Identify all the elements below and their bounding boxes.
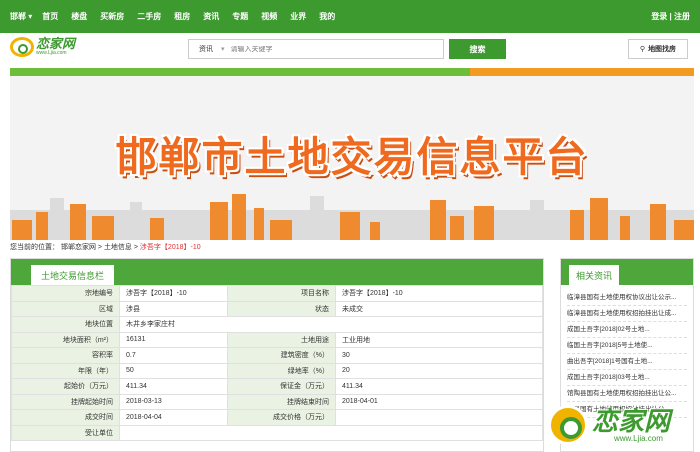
login-register-link[interactable]: 登录 | 注册 — [651, 11, 690, 22]
label-listing-end: 挂牌结束时间 — [227, 393, 336, 410]
table-row: 成交时间 2018-04-04 成交价格（万元） — [11, 409, 543, 426]
list-item[interactable]: 成国土吾字[2018]02号土地... — [567, 322, 687, 338]
banner-stripe-orange — [470, 68, 694, 76]
list-item[interactable]: 成国土吾字[2018]03号土地... — [567, 370, 687, 386]
value-land-use: 工业用地 — [335, 331, 543, 348]
label-project-name: 项目名称 — [227, 285, 336, 302]
label-deal-time: 成交时间 — [11, 409, 120, 426]
value-term: 50 — [119, 362, 228, 379]
label-start-price: 起始价（万元） — [11, 378, 120, 395]
logo-name: 恋家网 — [36, 36, 76, 51]
snail-logo-icon — [10, 37, 34, 57]
banner: 邯郸市土地交易信息平台 — [10, 68, 694, 240]
snail-watermark-icon — [548, 405, 588, 445]
city-selector[interactable]: 邯郸 ▾ — [10, 11, 32, 22]
label-land-use: 土地用途 — [227, 331, 336, 348]
nav-industry[interactable]: 业界 — [290, 11, 306, 22]
label-plot-ratio: 容积率 — [11, 347, 120, 364]
value-listing-end: 2018-04-01 — [335, 393, 543, 410]
land-info-header: 土地交易信息栏 — [11, 259, 543, 285]
value-location: 木井乡李家庄村 — [119, 316, 543, 333]
table-row: 宗地编号 涉吾字【2018】-10 项目名称 涉吾字【2018】-10 — [11, 285, 543, 302]
map-search-label: 地图找房 — [648, 46, 677, 53]
related-news-header: 相关资讯 — [561, 259, 693, 285]
nav-second-hand[interactable]: 二手房 — [137, 11, 161, 22]
breadcrumb-item-land[interactable]: 土地信息 — [104, 244, 132, 251]
chevron-down-icon: ▾ — [221, 46, 225, 53]
city-label: 邯郸 — [10, 12, 26, 21]
breadcrumb: 您当前的位置： 邯郸恋家网 > 土地信息 > 涉吾字【2018】-10 — [10, 244, 201, 251]
list-item[interactable]: 临国土吾字[2018]5号土地使... — [567, 338, 687, 354]
list-item[interactable]: 临漳县国有土地使用权协议出让公示... — [567, 290, 687, 306]
value-listing-start: 2018-03-13 — [119, 393, 228, 410]
search-type-select[interactable]: 资讯 — [199, 44, 213, 54]
nav-projects[interactable]: 楼盘 — [71, 11, 87, 22]
search-bar: 资讯 ▾ — [188, 39, 444, 59]
table-row: 挂牌起始时间 2018-03-13 挂牌结束时间 2018-04-01 — [11, 393, 543, 410]
label-listing-start: 挂牌起始时间 — [11, 393, 120, 410]
watermark-domain: www.Ljia.com — [614, 433, 663, 443]
table-row: 容积率 0.7 建筑密度（%） 30 — [11, 347, 543, 364]
nav-new-homes[interactable]: 买新房 — [100, 11, 124, 22]
value-project-name: 涉吾字【2018】-10 — [335, 285, 543, 302]
table-row: 区域 涉县 状态 未成交 — [11, 300, 543, 317]
watermark-name: 恋家网 — [592, 405, 671, 436]
banner-stripe-green — [10, 68, 470, 76]
list-item[interactable]: 临漳县国有土地使用权招拍挂出让成... — [567, 306, 687, 322]
land-info-table: 宗地编号 涉吾字【2018】-10 项目名称 涉吾字【2018】-10 区域 涉县 状态未… — [11, 285, 543, 441]
related-news-tab[interactable]: 相关资讯 — [569, 265, 620, 285]
site-logo[interactable]: 恋家网 www.Ljia.com — [10, 37, 75, 57]
nav-news[interactable]: 资讯 — [203, 11, 219, 22]
nav-home[interactable]: 首页 — [42, 11, 58, 22]
value-buyer — [119, 424, 543, 441]
label-building-density: 建筑密度（%） — [227, 347, 336, 364]
nav-video[interactable]: 视频 — [261, 11, 277, 22]
table-row: 年限（年） 50 绿地率（%） 20 — [11, 362, 543, 379]
value-building-density: 30 — [335, 347, 543, 364]
label-area: 地块面积（m²） — [11, 331, 120, 348]
value-plot-ratio: 0.7 — [119, 347, 228, 364]
list-item[interactable]: 曲出吾字[2018]1号国有土地... — [567, 354, 687, 370]
land-info-tab[interactable]: 土地交易信息栏 — [31, 265, 115, 285]
site-header: 恋家网 www.Ljia.com 资讯 ▾ 搜索 ⚲ 地图找房 — [0, 33, 700, 63]
label-term: 年限（年） — [11, 362, 120, 379]
value-deposit: 411.34 — [335, 378, 543, 395]
label-deposit: 保证金（万元） — [227, 378, 336, 395]
value-deal-time: 2018-04-04 — [119, 409, 228, 426]
table-row: 起始价（万元） 411.34 保证金（万元） 411.34 — [11, 378, 543, 395]
land-info-panel: 土地交易信息栏 宗地编号 涉吾字【2018】-10 项目名称 涉吾字【2018】-10… — [10, 258, 544, 452]
label-buyer: 受让单位 — [11, 424, 120, 441]
nav-rent[interactable]: 租房 — [174, 11, 190, 22]
banner-title: 邯郸市土地交易信息平台 — [115, 134, 589, 180]
map-pin-icon: ⚲ — [639, 46, 646, 53]
search-button[interactable]: 搜索 — [449, 39, 506, 59]
table-row: 受让单位 — [11, 424, 543, 441]
breadcrumb-current: 涉吾字【2018】-10 — [139, 244, 201, 251]
label-deal-price: 成交价格（万元） — [227, 409, 336, 426]
value-deal-price — [335, 409, 543, 426]
label-green-rate: 绿地率（%） — [227, 362, 336, 379]
value-area: 16131 — [119, 331, 228, 348]
skyline-illustration — [10, 194, 694, 240]
table-row: 地块位置 木井乡李家庄村 — [11, 316, 543, 333]
label-parcel-id: 宗地编号 — [11, 285, 120, 302]
label-region: 区域 — [11, 300, 120, 317]
breadcrumb-item-home[interactable]: 邯郸恋家网 — [61, 244, 96, 251]
label-status: 状态 — [227, 300, 336, 317]
nav-topics[interactable]: 专题 — [232, 11, 248, 22]
watermark-logo: 恋家网 www.Ljia.com — [548, 400, 698, 450]
top-nav-bar: 邯郸 ▾ 首页 楼盘 买新房 二手房 租房 资讯 专题 视频 业界 我的 登录 … — [0, 0, 700, 33]
value-status: 未成交 — [335, 300, 543, 317]
value-green-rate: 20 — [335, 362, 543, 379]
value-region: 涉县 — [119, 300, 228, 317]
nav-mine[interactable]: 我的 — [319, 11, 335, 22]
map-search-button[interactable]: ⚲ 地图找房 — [628, 39, 688, 59]
breadcrumb-prefix: 您当前的位置： — [10, 244, 59, 251]
label-location: 地块位置 — [11, 316, 120, 333]
value-parcel-id: 涉吾字【2018】-10 — [119, 285, 228, 302]
value-start-price: 411.34 — [119, 378, 228, 395]
search-input[interactable] — [230, 45, 433, 53]
table-row: 地块面积（m²） 16131 土地用途 工业用地 — [11, 331, 543, 348]
